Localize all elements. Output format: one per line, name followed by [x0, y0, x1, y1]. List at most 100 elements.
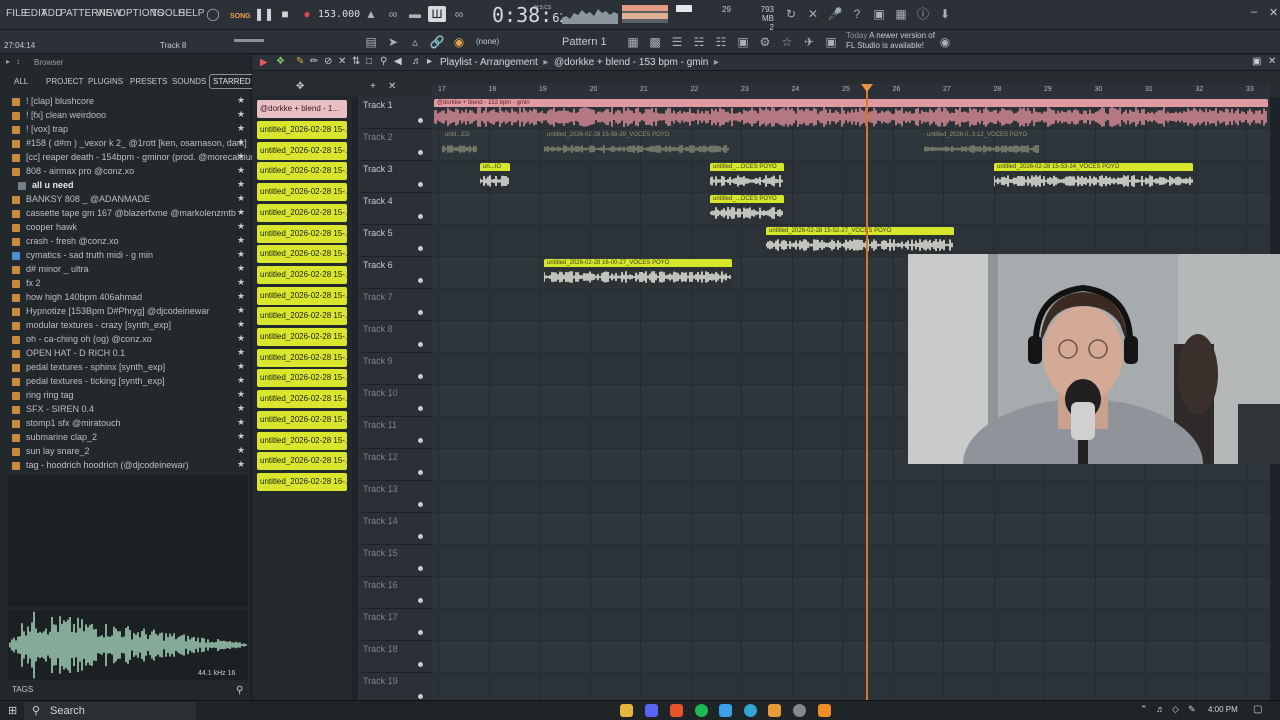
- browser-item[interactable]: cymatics - sad truth midi - g min ★: [0, 249, 252, 263]
- track-header[interactable]: Track 18: [358, 641, 432, 673]
- app-icon[interactable]: [768, 704, 781, 717]
- playlist-play-icon[interactable]: ▶: [260, 57, 268, 68]
- save-icon[interactable]: ▣: [870, 6, 888, 22]
- spotify-icon[interactable]: [695, 704, 708, 717]
- picker-audio-clip[interactable]: @dorkke + blend - 1...: [257, 100, 347, 118]
- browser-item[interactable]: d# minor _ ultra ★: [0, 263, 252, 277]
- record-icon[interactable]: ●: [298, 6, 316, 22]
- tab-sounds[interactable]: SOUNDS: [172, 77, 206, 86]
- star-icon[interactable]: ★: [237, 277, 245, 288]
- browser-item[interactable]: #158 ( d#m ) _vexor k 2_ @1rott [ken, os…: [0, 137, 252, 151]
- track-mute-led[interactable]: [418, 310, 423, 315]
- browser-item[interactable]: stomp1 sfx @miratouch ★: [0, 417, 252, 431]
- plugin-database-icon[interactable]: ▣: [734, 34, 752, 50]
- remote-icon[interactable]: ✈: [800, 34, 818, 50]
- track-header[interactable]: Track 5: [358, 225, 432, 257]
- track-header[interactable]: Track 10: [358, 385, 432, 417]
- browser-tree-icon[interactable]: ☷: [712, 34, 730, 50]
- tab-project[interactable]: PROJECT: [46, 77, 83, 86]
- playlist-close-icon[interactable]: ✕: [1268, 56, 1276, 67]
- countdown-icon[interactable]: ∞: [384, 6, 402, 22]
- tempo-display[interactable]: 153.000: [318, 9, 360, 20]
- plugin-icon[interactable]: ▦: [892, 6, 910, 22]
- browser-item[interactable]: OPEN HAT - D RICH 0.1 ★: [0, 347, 252, 361]
- volume-tray-icon[interactable]: ♬: [1156, 704, 1165, 714]
- speaker-icon[interactable]: ♬: [412, 56, 422, 67]
- track-header[interactable]: Track 15: [358, 545, 432, 577]
- star-icon[interactable]: ★: [237, 445, 245, 456]
- track-mute-led[interactable]: [418, 502, 423, 507]
- star-icon[interactable]: ★: [237, 333, 245, 344]
- snap-selector[interactable]: (none): [476, 37, 499, 46]
- song-time-display[interactable]: 0:38:62: [492, 3, 567, 27]
- picker-clip[interactable]: untitled_2026-02-28 15-...: [257, 141, 347, 160]
- star-icon[interactable]: ★: [237, 375, 245, 386]
- track-mute-led[interactable]: [418, 566, 423, 571]
- track-mute-led[interactable]: [418, 534, 423, 539]
- draw-tool-icon[interactable]: ✎: [296, 56, 304, 67]
- select-tool-icon[interactable]: □: [366, 56, 372, 67]
- edge-icon[interactable]: [744, 704, 757, 717]
- picker-clip[interactable]: untitled_2026-02-28 15-...: [257, 452, 347, 471]
- mixer-icon[interactable]: ▦: [624, 34, 642, 50]
- news-panel[interactable]: Today A newer version of FL Studio is av…: [846, 31, 935, 51]
- piano-roll-icon[interactable]: ☰: [668, 34, 686, 50]
- playlist-nav-icon[interactable]: ▸: [427, 56, 432, 67]
- panic-icon[interactable]: ✕: [804, 6, 822, 22]
- playlist-detach-icon[interactable]: ▣: [1252, 56, 1261, 67]
- picker-clip[interactable]: untitled_2026-02-28 15-...: [257, 328, 347, 346]
- audio-clip[interactable]: un...IO: [480, 163, 510, 191]
- browser-item[interactable]: cooper hawk ★: [0, 221, 252, 235]
- tab-all[interactable]: ALL: [14, 77, 28, 86]
- star-icon[interactable]: ★: [237, 207, 245, 218]
- menu-help[interactable]: HELP: [178, 8, 205, 19]
- tab-presets[interactable]: PRESETS: [130, 77, 167, 86]
- browser-item[interactable]: how high 140bpm 406ahmad ★: [0, 291, 252, 305]
- browser-item[interactable]: all u need ★: [0, 179, 252, 193]
- pen-tray-icon[interactable]: ✎: [1188, 704, 1196, 715]
- network-tray-icon[interactable]: ◇: [1172, 704, 1179, 715]
- browser-arrows-icon[interactable]: ↕: [16, 57, 20, 66]
- star-icon[interactable]: ★: [237, 347, 245, 358]
- picker-clip[interactable]: untitled_2026-02-28 15-...: [257, 369, 347, 388]
- fl-studio-taskbar-icon[interactable]: [818, 704, 831, 717]
- picker-clip[interactable]: untitled_2026-02-28 15-...: [257, 224, 347, 243]
- tray-chevron-icon[interactable]: ⌃: [1140, 704, 1148, 715]
- track-header[interactable]: Track 1: [358, 97, 432, 129]
- track-mute-led[interactable]: [418, 438, 423, 443]
- track-mute-led[interactable]: [418, 662, 423, 667]
- track-mute-led[interactable]: [418, 342, 423, 347]
- star-icon[interactable]: ★: [237, 151, 245, 162]
- link-icon[interactable]: 🔗: [428, 34, 446, 50]
- discord-icon[interactable]: [645, 704, 658, 717]
- audio-clip[interactable]: untitled_2026-0..3-12_VOCES POYO: [924, 131, 1039, 159]
- star-icon[interactable]: ★: [237, 305, 245, 316]
- stamp-icon[interactable]: ◉: [450, 34, 468, 50]
- browser-app-icon[interactable]: [670, 704, 683, 717]
- audio-clip[interactable]: untit...ED: [442, 131, 478, 159]
- pause-icon[interactable]: ❚❚: [254, 6, 274, 22]
- zoom-icon[interactable]: ⚲: [236, 685, 243, 696]
- browser-item[interactable]: ! [vox] trap ★: [0, 123, 252, 137]
- picker-clip[interactable]: untitled_2026-02-28 15-...: [257, 307, 347, 326]
- track-header[interactable]: Track 12: [358, 449, 432, 481]
- browser-item[interactable]: crash - fresh @conz.xo ★: [0, 235, 252, 249]
- picker-clip[interactable]: untitled_2026-02-28 15-...: [257, 121, 347, 139]
- audio-clip[interactable]: untitled_...OCES POYO: [710, 195, 784, 223]
- track-header[interactable]: Track 17: [358, 609, 432, 641]
- info-icon[interactable]: ⓘ: [914, 6, 932, 22]
- magnet-icon[interactable]: ❖: [276, 56, 285, 67]
- picker-clip[interactable]: untitled_2026-02-28 15-...: [257, 245, 347, 264]
- audio-clip[interactable]: untitled_...OCES POYO: [710, 163, 784, 191]
- star-icon[interactable]: ★: [237, 95, 245, 106]
- audio-clip[interactable]: untitled_2026-02-28 15-58-39_VOCES POYO: [544, 131, 729, 159]
- picker-clip[interactable]: untitled_2026-02-28 15-...: [257, 431, 347, 450]
- track-header[interactable]: Track 16: [358, 577, 432, 609]
- star-icon[interactable]: ★: [237, 431, 245, 442]
- touch-keyboard-icon[interactable]: ☆: [778, 34, 796, 50]
- star-icon[interactable]: ★: [237, 263, 245, 274]
- track-header[interactable]: Track 3: [358, 161, 432, 193]
- metronome-icon[interactable]: ▲: [362, 6, 380, 22]
- playback-tool-icon[interactable]: ◀: [394, 56, 402, 67]
- star-icon[interactable]: ★: [237, 221, 245, 232]
